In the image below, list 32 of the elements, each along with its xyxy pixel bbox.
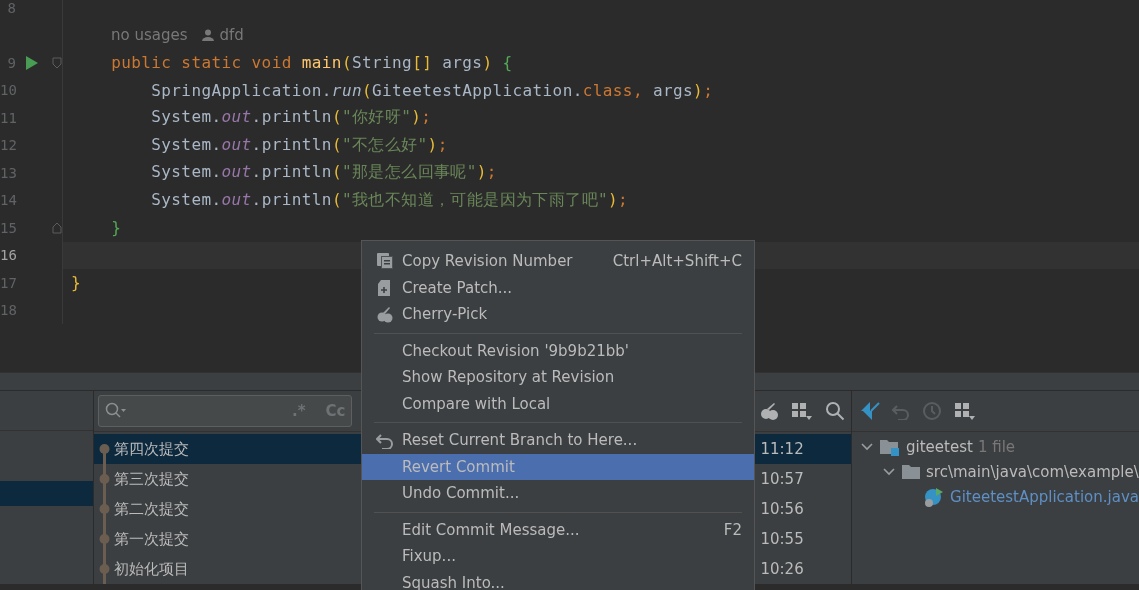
commit-message: 第一次提交 (114, 529, 190, 549)
commit-message: 初始化项目 (114, 559, 190, 579)
commit-message: 第二次提交 (114, 499, 190, 519)
commit-message: 第三次提交 (114, 469, 190, 489)
code-line: System.out.println("我也不知道，可能是因为下雨了吧"); (150, 189, 629, 211)
commit-time: 10:57 (760, 470, 804, 488)
commit-time: 10:55 (760, 530, 804, 548)
line-number: 15 (0, 219, 16, 236)
code-line: System.out.println("不怎么好"); (150, 134, 448, 156)
line-number: 18 (0, 302, 16, 319)
commit-time: 10:56 (760, 500, 804, 518)
shortcut-hint: F2 (723, 520, 742, 539)
line-number: 12 (0, 137, 16, 154)
code-line: public static void main(String[] args) { (110, 53, 513, 73)
line-number: 13 (0, 164, 16, 181)
file-count: 1 file (977, 437, 1016, 456)
commit-time: 11:12 (760, 440, 804, 458)
code-line: } (110, 218, 122, 238)
commit-time: 10:26 (760, 560, 804, 578)
line-number: 16 (0, 247, 16, 264)
code-line: System.out.println("你好呀"); (150, 107, 432, 129)
code-line: } (71, 273, 82, 293)
shortcut-hint: Ctrl+Alt+Shift+C (612, 252, 742, 271)
commit-message: 第四次提交 (114, 439, 190, 459)
line-number: 10 (0, 82, 16, 99)
code-line: System.out.println("那是怎么回事呢"); (150, 162, 497, 184)
line-number: 11 (0, 109, 16, 126)
code-line: SpringApplication.run(GiteetestApplication.class, args); (150, 80, 714, 100)
line-number: 17 (0, 274, 16, 291)
line-number: 14 (0, 192, 16, 209)
line-number: 8 (6, 0, 16, 16)
line-number: 9 (6, 54, 16, 71)
